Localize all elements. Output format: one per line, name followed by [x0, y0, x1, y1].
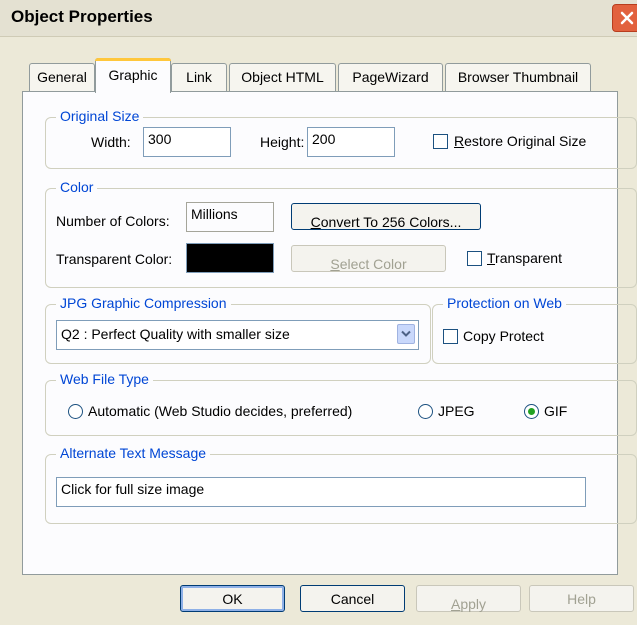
- protection-on-web-group: Protection on Web Copy Protect: [432, 295, 637, 364]
- alternate-text-legend: Alternate Text Message: [56, 445, 211, 461]
- tab-graphic[interactable]: Graphic: [95, 58, 171, 93]
- help-button[interactable]: Help: [529, 585, 634, 612]
- radio-selected-dot: [528, 408, 535, 415]
- original-size-group: Original Size Width: 300 Height: 200 Res…: [45, 108, 637, 169]
- number-of-colors-label: Number of Colors:: [56, 213, 170, 229]
- close-button[interactable]: [612, 4, 637, 32]
- select-color-button[interactable]: Select Color: [291, 245, 446, 272]
- title-bar[interactable]: Object Properties: [0, 0, 637, 37]
- tab-object-html[interactable]: Object HTML: [229, 63, 336, 91]
- width-label: Width:: [91, 134, 131, 150]
- convert-to-256-colors-button[interactable]: Convert To 256 Colors...: [291, 203, 481, 230]
- transparent-label[interactable]: Transparent: [487, 250, 562, 266]
- radio-gif-label[interactable]: GIF: [544, 403, 567, 419]
- number-of-colors-value: Millions: [186, 202, 274, 232]
- tab-general[interactable]: General: [29, 63, 95, 91]
- restore-original-size-checkbox[interactable]: [433, 134, 448, 149]
- transparent-color-swatch[interactable]: [186, 243, 274, 273]
- object-properties-dialog: Object Properties General Graphic Link O…: [0, 0, 637, 625]
- graphic-tab-panel: Original Size Width: 300 Height: 200 Res…: [22, 91, 637, 575]
- radio-automatic[interactable]: [68, 404, 83, 419]
- tab-link[interactable]: Link: [171, 63, 227, 91]
- jpg-compression-legend: JPG Graphic Compression: [56, 295, 231, 311]
- color-legend: Color: [56, 179, 98, 195]
- web-file-type-legend: Web File Type: [56, 371, 153, 387]
- tab-browser-thumbnail[interactable]: Browser Thumbnail: [445, 63, 591, 91]
- width-field[interactable]: 300: [143, 127, 231, 157]
- radio-jpeg-label[interactable]: JPEG: [438, 403, 475, 419]
- radio-jpeg[interactable]: [418, 404, 433, 419]
- restore-original-size-label[interactable]: Restore Original Size: [454, 133, 586, 149]
- jpg-compression-select[interactable]: Q2 : Perfect Quality with smaller size: [56, 320, 419, 350]
- dropdown-button[interactable]: [397, 324, 415, 344]
- radio-automatic-label[interactable]: Automatic (Web Studio decides, preferred…: [88, 403, 352, 419]
- alternate-text-input[interactable]: Click for full size image: [56, 477, 586, 507]
- cancel-button[interactable]: Cancel: [300, 585, 405, 612]
- web-file-type-group: Web File Type Automatic (Web Studio deci…: [45, 371, 637, 436]
- close-icon: [620, 11, 634, 25]
- height-field[interactable]: 200: [307, 127, 395, 157]
- height-label: Height:: [260, 134, 305, 150]
- alternate-text-group: Alternate Text Message Click for full si…: [45, 445, 637, 524]
- color-group: Color Number of Colors: Millions Convert…: [45, 179, 637, 288]
- copy-protect-checkbox[interactable]: [443, 329, 458, 344]
- transparent-color-label: Transparent Color:: [56, 251, 173, 267]
- jpg-compression-group: JPG Graphic Compression Q2 : Perfect Qua…: [45, 295, 431, 364]
- radio-gif[interactable]: [524, 404, 539, 419]
- protection-legend: Protection on Web: [443, 295, 566, 311]
- copy-protect-label[interactable]: Copy Protect: [463, 328, 544, 344]
- original-size-legend: Original Size: [56, 108, 144, 124]
- window-title: Object Properties: [11, 7, 153, 26]
- transparent-checkbox[interactable]: [467, 251, 482, 266]
- chevron-down-icon: [401, 330, 411, 337]
- tab-pagewizard[interactable]: PageWizard: [338, 63, 443, 91]
- apply-button[interactable]: Apply: [416, 585, 521, 612]
- ok-button[interactable]: OK: [180, 585, 285, 612]
